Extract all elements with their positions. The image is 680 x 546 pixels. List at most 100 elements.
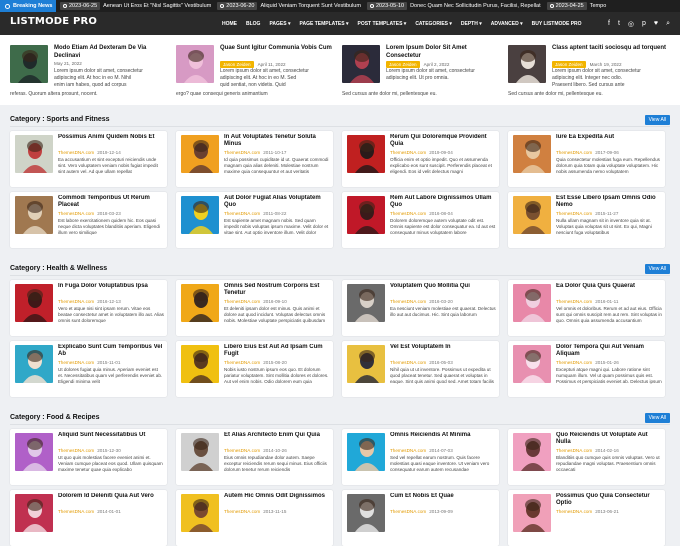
post-title[interactable]: Dolorem Id Deleniti Quia Aut Vero (58, 493, 163, 500)
post-title[interactable]: Commodi Temporibus Ut Rerum Placeat (58, 195, 163, 210)
post-thumbnail[interactable] (513, 135, 551, 173)
post-thumbnail[interactable] (181, 494, 219, 532)
menu-item-7[interactable]: ADVANCED ▾ (491, 21, 523, 27)
facebook-icon[interactable]: f (608, 20, 610, 27)
post-title[interactable]: Libero Eius Est Aut Ad Ipsam Cum Fugit (224, 344, 329, 359)
search-icon[interactable]: ⌕ (666, 20, 670, 28)
post-card[interactable]: Aut Dolor Fugiat Alias Voluptatem Quo The… (176, 192, 333, 248)
post-title[interactable]: Rerum Qui Doloremque Provident Quia (390, 134, 495, 149)
menu-item-2[interactable]: PAGES ▾ (269, 21, 290, 27)
menu-item-8[interactable]: BUY LISTMODE PRO (532, 21, 582, 27)
post-author[interactable]: ThemesDNA.com (58, 211, 94, 216)
post-card[interactable]: In Fuga Dolor Voluptatibus Ipsa ThemesDNA… (10, 280, 167, 336)
post-author[interactable]: ThemesDNA.com (390, 299, 426, 304)
post-author[interactable]: ThemesDNA.com (556, 299, 592, 304)
post-thumbnail[interactable] (10, 45, 48, 83)
post-card[interactable]: Iure Ea Expedita Aut ThemesDNA.com 2017-09… (508, 131, 665, 187)
post-author[interactable]: ThemesDNA.com (390, 448, 426, 453)
post-card[interactable]: Possimus Quo Quia Consectetur Optio Theme… (508, 490, 665, 546)
post-thumbnail[interactable] (15, 345, 53, 383)
post-author[interactable]: ThemesDNA.com (58, 299, 94, 304)
featured-post-title[interactable]: Modo Etiam Ad Dexteram De Via Declinavi (54, 45, 170, 60)
post-author[interactable]: ThemesDNA.com (58, 448, 94, 453)
menu-item-0[interactable]: HOME (222, 21, 237, 27)
post-card[interactable]: In Aut Voluptates Tenetur Soluta Minus Th… (176, 131, 333, 187)
post-thumbnail[interactable] (513, 433, 551, 471)
post-title[interactable]: Aliquid Sunt Necessitatibus Ut (58, 432, 163, 439)
post-title[interactable]: Iure Ea Expedita Aut (556, 134, 661, 141)
post-thumbnail[interactable] (347, 196, 385, 234)
post-author[interactable]: ThemesDNA.com (224, 299, 260, 304)
post-thumbnail[interactable] (15, 135, 53, 173)
post-title[interactable]: Rem Aut Labore Dignissimos Ullam Quo (390, 195, 495, 210)
post-card[interactable]: Explicabo Sunt Cum Temporibus Vel Ab Them… (10, 341, 167, 397)
post-author[interactable]: ThemesDNA.com (556, 150, 592, 155)
post-thumbnail[interactable] (513, 345, 551, 383)
post-thumbnail[interactable] (181, 284, 219, 322)
featured-post-title[interactable]: Class aptent taciti sociosqu ad torquent (552, 45, 668, 53)
post-title[interactable]: In Aut Voluptates Tenetur Soluta Minus (224, 134, 329, 149)
post-card[interactable]: Rerum Qui Doloremque Provident Quia Theme… (342, 131, 499, 187)
post-thumbnail[interactable] (508, 45, 546, 83)
post-card[interactable]: Possimus Animi Quidem Nobis Et ThemesDNA.… (10, 131, 167, 187)
post-author-badge[interactable]: Jason Zeiden (386, 61, 420, 68)
post-card[interactable]: Voluptatem Quo Mollitia Qui ThemesDNA.com… (342, 280, 499, 336)
ticker-headline[interactable]: Aliquid Veniam Torquent Sunt Vestibulum (260, 3, 361, 9)
pinterest-icon[interactable]: p (642, 20, 646, 27)
ticker-headline[interactable]: Donec Quam Nec Sollicitudin Purus, Facil… (410, 3, 541, 9)
post-card[interactable]: Rem Aut Labore Dignissimos Ullam Quo Them… (342, 192, 499, 248)
menu-item-4[interactable]: POST TEMPLATES ▾ (358, 21, 407, 27)
post-title[interactable]: Quo Reiciendis Ut Voluptate Aut Nulla (556, 432, 661, 447)
post-title[interactable]: Omnis Reiciendis At Minima (390, 432, 495, 439)
post-author-badge[interactable]: Jason Zeiden (220, 61, 254, 68)
post-author-badge[interactable]: Jason Zeiden (552, 61, 586, 68)
post-title[interactable]: Ea Dolor Quia Quis Quaerat (556, 283, 661, 290)
post-title[interactable]: Omnis Sed Nostrum Corporis Est Tenetur (224, 283, 329, 298)
post-title[interactable]: Explicabo Sunt Cum Temporibus Vel Ab (58, 344, 163, 359)
post-thumbnail[interactable] (181, 135, 219, 173)
post-author[interactable]: ThemesDNA.com (58, 360, 94, 365)
menu-item-1[interactable]: BLOG (246, 21, 260, 27)
post-author[interactable]: ThemesDNA.com (556, 360, 592, 365)
post-title[interactable]: Cum Et Nobis Et Quae (390, 493, 495, 500)
post-title[interactable]: Voluptatem Quo Mollitia Qui (390, 283, 495, 290)
post-title[interactable]: Autem Hic Omnis Odit Dignissimos (224, 493, 329, 500)
post-thumbnail[interactable] (15, 494, 53, 532)
twitter-icon[interactable]: t (618, 20, 620, 27)
post-title[interactable]: In Fuga Dolor Voluptatibus Ipsa (58, 283, 163, 290)
post-title[interactable]: Aut Dolor Fugiat Alias Voluptatem Quo (224, 195, 329, 210)
view-all-button[interactable]: View All (644, 264, 670, 274)
post-card[interactable]: Cum Et Nobis Et Quae ThemesDNA.com 2013-09… (342, 490, 499, 546)
post-thumbnail[interactable] (513, 196, 551, 234)
post-card[interactable]: Aliquid Sunt Necessitatibus Ut ThemesDNA.… (10, 429, 167, 485)
featured-post-title[interactable]: Lorem Ipsum Dolor Sit Amet Consectetur (386, 45, 502, 60)
menu-item-6[interactable]: DEPTH ▾ (461, 21, 482, 27)
post-title[interactable]: Possimus Quo Quia Consectetur Optio (556, 493, 661, 508)
heart-icon[interactable]: ♥ (654, 20, 658, 27)
post-author[interactable]: ThemesDNA.com (390, 211, 426, 216)
post-thumbnail[interactable] (513, 284, 551, 322)
view-all-button[interactable]: View All (644, 115, 670, 125)
post-title[interactable]: Possimus Animi Quidem Nobis Et (58, 134, 163, 141)
menu-item-5[interactable]: CATEGORIES ▾ (415, 21, 452, 27)
post-card[interactable]: Commodi Temporibus Ut Rerum Placeat Theme… (10, 192, 167, 248)
post-author[interactable]: ThemesDNA.com (390, 150, 426, 155)
post-thumbnail[interactable] (347, 433, 385, 471)
ticker-headline[interactable]: Aenean Ut Eros Et "Nisl Sagittis" Vestib… (103, 3, 211, 9)
post-card[interactable]: Omnis Sed Nostrum Corporis Est Tenetur Th… (176, 280, 333, 336)
post-card[interactable]: Autem Hic Omnis Odit Dignissimos ThemesDN… (176, 490, 333, 546)
post-thumbnail[interactable] (15, 196, 53, 234)
post-author[interactable]: ThemesDNA.com (224, 360, 260, 365)
post-card[interactable]: Vel Est Voluptatem In ThemesDNA.com 2016-0… (342, 341, 499, 397)
post-thumbnail[interactable] (15, 284, 53, 322)
post-card[interactable]: Et Alias Architecto Enim Qui Quia ThemesD… (176, 429, 333, 485)
ticker-item[interactable]: 2023-04-25 Tempo (546, 2, 606, 10)
post-author[interactable]: ThemesDNA.com (390, 360, 426, 365)
view-all-button[interactable]: View All (644, 413, 670, 423)
ticker-item[interactable]: 2023-06-25 Aenean Ut Eros Et "Nisl Sagitt… (60, 2, 211, 10)
post-author[interactable]: ThemesDNA.com (556, 448, 592, 453)
post-title[interactable]: Est Esse Libero Ipsam Omnis Odio Nemo (556, 195, 661, 210)
post-card[interactable]: Est Esse Libero Ipsam Omnis Odio Nemo The… (508, 192, 665, 248)
site-logo[interactable]: LISTMODE PRO (10, 16, 97, 27)
menu-item-3[interactable]: PAGE TEMPLATES ▾ (300, 21, 349, 27)
